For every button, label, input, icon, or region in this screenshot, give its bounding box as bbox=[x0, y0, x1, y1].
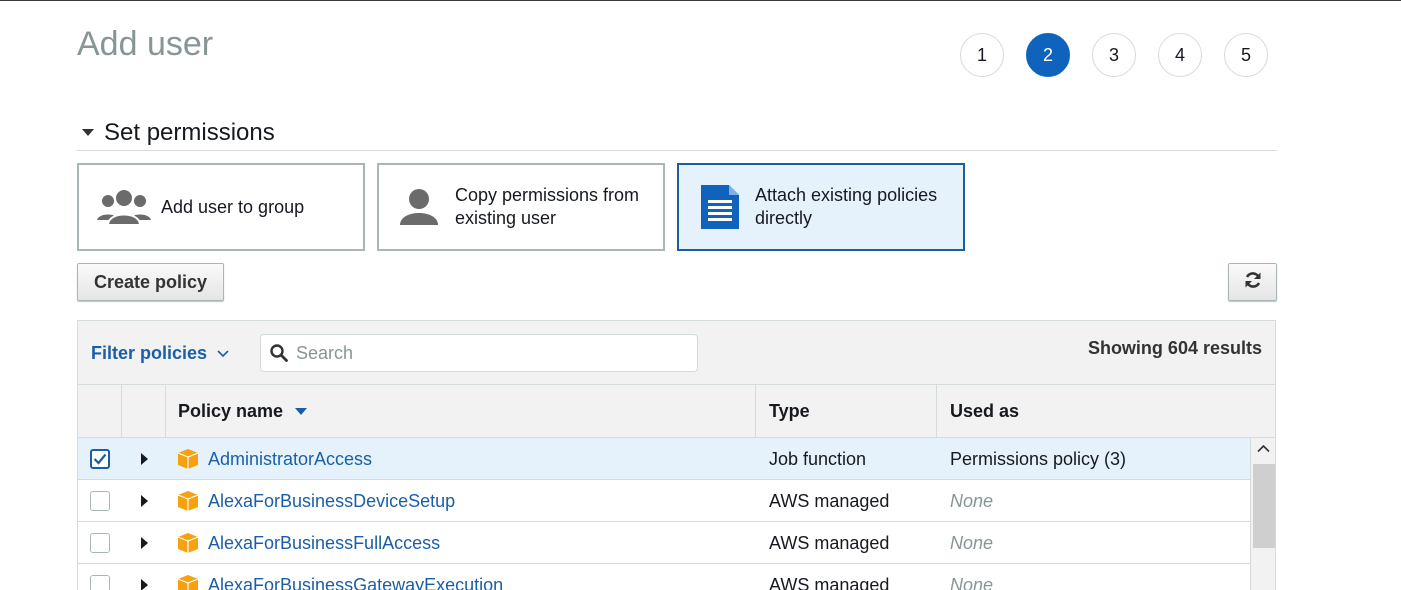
table-row[interactable]: AlexaForBusinessFullAccess AWS managed N… bbox=[78, 522, 1250, 564]
table-row[interactable]: AlexaForBusinessDeviceSetup AWS managed … bbox=[78, 480, 1250, 522]
option-copy-permissions[interactable]: Copy permissions from existing user bbox=[377, 163, 665, 251]
refresh-icon bbox=[1243, 270, 1263, 295]
create-policy-button[interactable]: Create policy bbox=[77, 263, 224, 301]
option-label: Attach existing policies directly bbox=[755, 185, 938, 228]
row-checkbox[interactable] bbox=[90, 491, 110, 511]
table-row[interactable]: AdministratorAccess Job function Permiss… bbox=[78, 438, 1250, 480]
users-group-icon bbox=[95, 187, 153, 227]
wizard-steps: 1 2 3 4 5 bbox=[960, 33, 1290, 77]
table-scrollbar[interactable] bbox=[1250, 438, 1275, 590]
expand-row-icon[interactable] bbox=[141, 453, 148, 465]
table-row[interactable]: AlexaForBusinessGatewayExecution AWS man… bbox=[78, 564, 1250, 590]
policy-used-as: None bbox=[950, 532, 994, 553]
header-policy-name-label: Policy name bbox=[178, 401, 284, 421]
policy-package-icon bbox=[177, 448, 199, 470]
step-4[interactable]: 4 bbox=[1158, 33, 1202, 77]
row-checkbox[interactable] bbox=[90, 449, 110, 469]
policy-type: AWS managed bbox=[769, 574, 890, 590]
policies-table: Filter policies Showing 604 results Poli… bbox=[77, 320, 1276, 590]
policy-package-icon bbox=[177, 574, 199, 590]
policy-name-link[interactable]: AlexaForBusinessDeviceSetup bbox=[208, 480, 455, 522]
step-5[interactable]: 5 bbox=[1224, 33, 1268, 77]
header-used-as[interactable]: Used as bbox=[937, 385, 1275, 438]
step-2[interactable]: 2 bbox=[1026, 33, 1070, 77]
filter-bar: Filter policies Showing 604 results bbox=[78, 321, 1275, 385]
results-count: Showing 604 results bbox=[1087, 338, 1262, 358]
header-select-column bbox=[78, 385, 122, 438]
policy-type: Job function bbox=[769, 448, 867, 469]
row-checkbox[interactable] bbox=[90, 575, 110, 590]
table-header: Policy name Type Used as bbox=[78, 385, 1275, 438]
filter-policies-dropdown[interactable]: Filter policies bbox=[91, 343, 229, 364]
step-3[interactable]: 3 bbox=[1092, 33, 1136, 77]
policy-name-link[interactable]: AlexaForBusinessFullAccess bbox=[208, 522, 440, 564]
refresh-button[interactable] bbox=[1228, 263, 1277, 301]
policy-used-as: None bbox=[950, 490, 994, 511]
policy-package-icon bbox=[177, 532, 199, 554]
chevron-down-icon bbox=[217, 349, 229, 358]
policy-used-as: Permissions policy (3) bbox=[950, 448, 1127, 469]
option-label: Copy permissions from existing user bbox=[455, 185, 640, 228]
option-label: Add user to group bbox=[161, 196, 305, 217]
user-icon bbox=[399, 187, 439, 227]
search-box[interactable] bbox=[260, 334, 698, 372]
document-icon bbox=[701, 185, 739, 229]
header-expand-column bbox=[122, 385, 166, 438]
step-1[interactable]: 1 bbox=[960, 33, 1004, 77]
scrollbar-thumb[interactable] bbox=[1253, 464, 1275, 548]
table-body: AdministratorAccess Job function Permiss… bbox=[78, 438, 1250, 590]
option-add-user-to-group[interactable]: Add user to group bbox=[77, 163, 365, 251]
policy-name-link[interactable]: AlexaForBusinessGatewayExecution bbox=[208, 564, 503, 590]
option-attach-policies[interactable]: Attach existing policies directly bbox=[677, 163, 965, 251]
section-title: Set permissions bbox=[104, 118, 275, 146]
policy-type: AWS managed bbox=[769, 490, 890, 511]
row-checkbox[interactable] bbox=[90, 533, 110, 553]
expand-row-icon[interactable] bbox=[141, 537, 148, 549]
caret-down-icon bbox=[82, 129, 94, 136]
header-type[interactable]: Type bbox=[756, 385, 937, 438]
set-permissions-header[interactable]: Set permissions bbox=[77, 115, 1277, 151]
policy-name-link[interactable]: AdministratorAccess bbox=[208, 438, 372, 480]
chevron-up-icon[interactable] bbox=[1257, 444, 1270, 453]
policy-type: AWS managed bbox=[769, 532, 890, 553]
search-input[interactable] bbox=[294, 341, 674, 365]
page-title: Add user bbox=[77, 25, 214, 63]
filter-policies-label: Filter policies bbox=[91, 343, 208, 363]
expand-row-icon[interactable] bbox=[141, 495, 148, 507]
search-icon bbox=[270, 344, 288, 362]
policy-used-as: None bbox=[950, 574, 994, 590]
policy-package-icon bbox=[177, 490, 199, 512]
sort-desc-icon bbox=[295, 408, 308, 415]
header-policy-name[interactable]: Policy name bbox=[166, 385, 756, 438]
